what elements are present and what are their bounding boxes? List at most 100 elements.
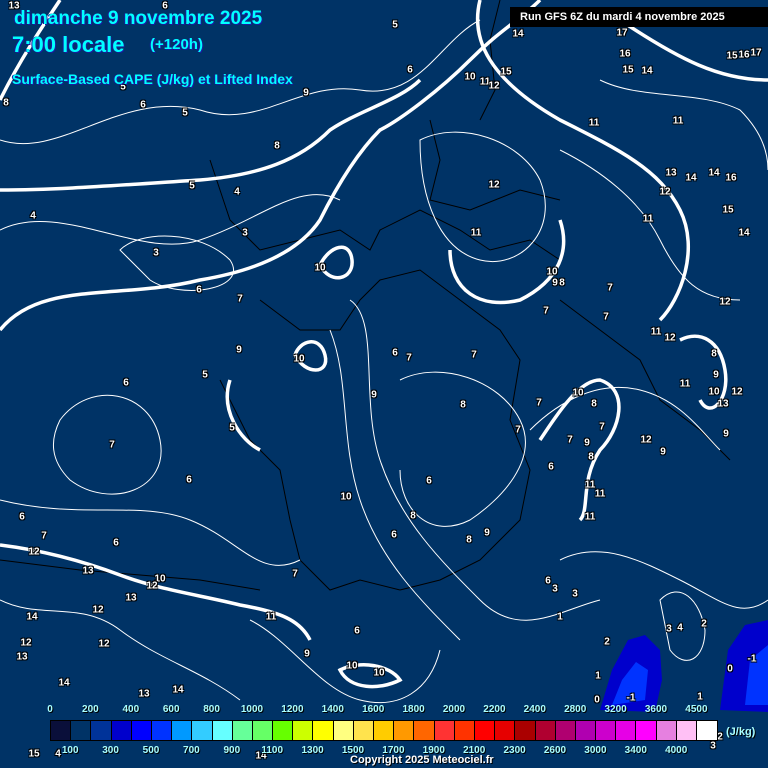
map-canvas <box>0 0 768 712</box>
lifted-index-label: 6 <box>391 529 397 541</box>
lifted-index-label: 11 <box>642 213 654 225</box>
legend-swatch <box>394 721 415 740</box>
lifted-index-label: 7 <box>41 530 47 542</box>
lifted-index-label: 16 <box>725 172 737 184</box>
lifted-index-label: 3 <box>710 740 716 752</box>
lifted-index-label: 8 <box>588 451 594 463</box>
legend-swatch <box>353 721 374 740</box>
legend-swatch <box>414 721 435 740</box>
lifted-index-label: 7 <box>237 293 243 305</box>
lifted-index-label: 10 <box>293 353 305 365</box>
lifted-index-label: 10 <box>546 266 558 278</box>
legend-swatch <box>676 721 697 740</box>
lifted-index-label: 12 <box>659 186 671 198</box>
legend-swatch <box>172 721 193 740</box>
lifted-index-label: 4 <box>677 622 683 634</box>
lifted-index-label: 11 <box>672 115 684 127</box>
lifted-index-label: 9 <box>236 344 242 356</box>
lifted-index-label: 10 <box>340 491 352 503</box>
lifted-index-label: 9 <box>484 527 490 539</box>
lifted-index-label: 7 <box>607 282 613 294</box>
lifted-index-label: 2 <box>604 636 610 648</box>
lifted-index-label: 13 <box>125 592 137 604</box>
legend-bottom-label: 300 <box>102 745 119 756</box>
lifted-index-label: 13 <box>717 398 729 410</box>
legend-swatch <box>616 721 637 740</box>
lifted-index-label: 11 <box>679 378 691 390</box>
legend-top-label: 0 <box>47 704 53 715</box>
lifted-index-label: 7 <box>603 311 609 323</box>
legend-top-label: 3200 <box>604 704 627 715</box>
lifted-index-label: 12 <box>731 386 743 398</box>
lifted-index-label: 10 <box>346 660 358 672</box>
lifted-index-label: 11 <box>584 511 596 523</box>
lifted-index-label: 9 <box>660 446 666 458</box>
lifted-index-label: 3 <box>242 227 248 239</box>
run-info: Run GFS 6Z du mardi 4 novembre 2025 <box>510 7 768 27</box>
legend-top-label: 1400 <box>321 704 344 715</box>
lifted-index-label: 7 <box>109 439 115 451</box>
lifted-index-label: 13 <box>138 688 150 700</box>
legend-swatch <box>454 721 475 740</box>
legend-swatch <box>555 721 576 740</box>
legend-swatch <box>434 721 455 740</box>
lifted-index-label: 0 <box>594 694 600 706</box>
lifted-index-label: 14 <box>58 677 70 689</box>
lifted-index-label: 8 <box>559 277 565 289</box>
legend-swatch <box>374 721 395 740</box>
lifted-index-label: 15 <box>28 748 40 760</box>
lifted-index-label: 13 <box>665 167 677 179</box>
lifted-index-label: 9 <box>371 389 377 401</box>
lifted-index-label: 7 <box>567 434 573 446</box>
lifted-index-label: 6 <box>196 284 202 296</box>
lifted-index-label: 6 <box>186 474 192 486</box>
legend-bottom-label: 3400 <box>624 745 647 756</box>
legend-swatch <box>636 721 657 740</box>
legend-swatch <box>293 721 314 740</box>
lifted-index-label: 7 <box>515 424 521 436</box>
lifted-index-label: 8 <box>591 398 597 410</box>
weather-map: 13 6 5 6 9 5 6 5 8 8 5 4 4 3 3 6 7 10 9 10 5 5 6 7 6 6 7 6 12 13 10 12 1… <box>0 0 768 768</box>
lifted-index-label: 7 <box>471 349 477 361</box>
lifted-index-label: 16 <box>738 49 750 61</box>
lifted-index-label: 8 <box>410 510 416 522</box>
lifted-index-label: 14 <box>512 28 524 40</box>
lifted-index-label: 8 <box>466 534 472 546</box>
lifted-index-label: 3 <box>572 588 578 600</box>
lifted-index-label: 10 <box>314 262 326 274</box>
lifted-index-label: 7 <box>406 352 412 364</box>
lifted-index-label: 0 <box>727 663 733 675</box>
lifted-index-label: 8 <box>274 140 280 152</box>
lifted-index-label: 5 <box>392 19 398 31</box>
legend-bottom-label: 100 <box>61 745 79 756</box>
lifted-index-label: 2 <box>701 618 707 630</box>
legend-bottom-label: 1100 <box>261 745 284 756</box>
lifted-index-label: 11 <box>265 611 277 623</box>
legend-bottom-label: 900 <box>223 745 241 756</box>
lifted-index-label: 10 <box>708 386 720 398</box>
lifted-index-label: -1 <box>626 692 636 704</box>
forecast-time: 7:00 locale <box>12 32 125 57</box>
lifted-index-label: 6 <box>548 461 554 473</box>
lifted-index-label: 5 <box>182 107 188 119</box>
legend-bottom-label: 700 <box>183 745 200 756</box>
lifted-index-label: 13 <box>82 565 94 577</box>
lifted-index-label: 15 <box>500 66 512 78</box>
lifted-index-label: 11 <box>584 479 596 491</box>
forecast-date: dimanche 9 novembre 2025 <box>14 8 263 29</box>
legend-bottom-label: 1300 <box>301 745 324 756</box>
lifted-index-label: 14 <box>738 227 750 239</box>
lifted-index-label: 9 <box>713 369 719 381</box>
lifted-index-label: 7 <box>543 305 549 317</box>
lifted-index-label: 8 <box>711 348 717 360</box>
legend-bottom-label: 500 <box>142 745 160 756</box>
lifted-index-label: 12 <box>664 332 676 344</box>
lifted-index-label: 14 <box>685 172 697 184</box>
legend-top-label: 400 <box>122 704 140 715</box>
lifted-index-label: 5 <box>229 422 235 434</box>
legend-top-label: 1600 <box>362 704 385 715</box>
lifted-index-label: 15 <box>726 50 738 62</box>
lifted-index-label: 10 <box>572 387 584 399</box>
legend-swatch <box>596 721 617 740</box>
lifted-index-label: 6 <box>354 625 360 637</box>
